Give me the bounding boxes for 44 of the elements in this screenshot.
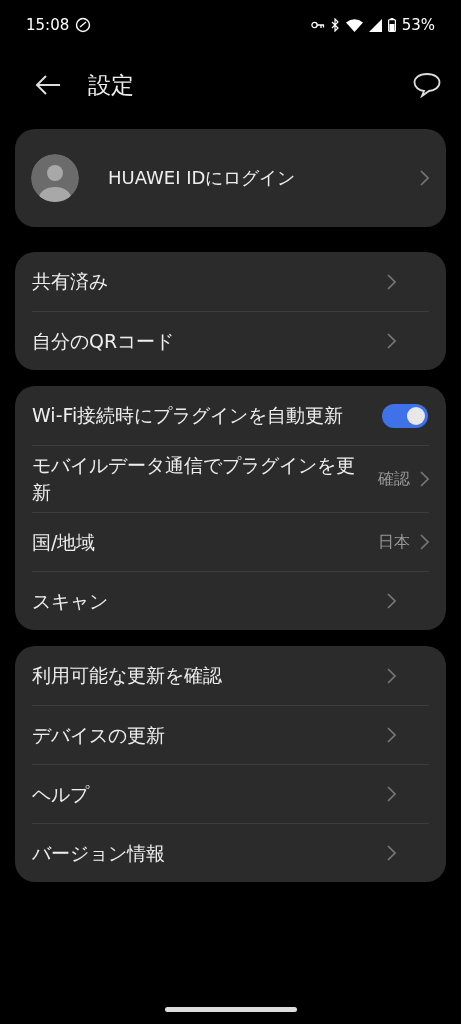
- chevron-icon: [420, 471, 429, 487]
- settings-row[interactable]: ヘルプ: [32, 764, 429, 823]
- setting-label: Wi-Fi接続時にプラグインを自動更新: [32, 403, 345, 428]
- battery-icon: [387, 18, 396, 32]
- setting-label: モバイルデータ通信でプラグインを更新: [32, 453, 356, 505]
- setting-label: ヘルプ: [32, 781, 91, 807]
- settings-row[interactable]: モバイルデータ通信でプラグインを更新 確認: [32, 445, 429, 512]
- settings-row[interactable]: デバイスの更新: [32, 705, 429, 764]
- signal-icon: [368, 18, 382, 32]
- setting-label: スキャン: [32, 588, 109, 614]
- chevron-icon: [387, 786, 396, 802]
- avatar-icon: [31, 154, 79, 202]
- data-saver-icon: [75, 17, 92, 33]
- settings-row[interactable]: 利用可能な更新を確認: [32, 646, 429, 705]
- setting-label: 国/地域: [32, 529, 97, 555]
- chevron-icon: [420, 170, 429, 186]
- settings-row[interactable]: 国/地域 日本: [32, 512, 429, 571]
- settings-row[interactable]: Wi-Fi接続時にプラグインを自動更新: [32, 386, 429, 445]
- setting-value: 日本: [378, 531, 410, 553]
- status-time: 15:08: [26, 16, 70, 34]
- setting-label: 自分のQRコード: [32, 328, 176, 354]
- chevron-icon: [387, 593, 396, 609]
- setting-label: 利用可能な更新を確認: [32, 663, 223, 688]
- page-title: 設定: [88, 70, 135, 100]
- battery-percent: 53%: [401, 16, 435, 34]
- chevron-icon: [387, 333, 396, 349]
- settings-row[interactable]: 自分のQRコード: [32, 311, 429, 370]
- chevron-icon: [387, 845, 396, 861]
- setting-label: 共有済み: [32, 269, 109, 294]
- chevron-icon: [387, 727, 396, 743]
- chevron-icon: [420, 534, 429, 550]
- wifi-icon: [345, 18, 363, 32]
- toggle-switch[interactable]: [382, 403, 428, 428]
- chevron-icon: [387, 667, 396, 684]
- settings-row[interactable]: 共有済み: [32, 252, 429, 311]
- setting-label: デバイスの更新: [32, 722, 166, 748]
- settings-row[interactable]: スキャン: [32, 571, 429, 630]
- setting-label: バージョン情報: [32, 840, 166, 866]
- settings-row[interactable]: バージョン情報: [32, 823, 429, 882]
- key-icon: [310, 21, 325, 29]
- login-label: HUAWEI IDにログイン: [108, 166, 297, 190]
- chevron-icon: [387, 273, 396, 290]
- setting-value: 確認: [378, 468, 410, 490]
- bluetooth-icon: [330, 18, 340, 32]
